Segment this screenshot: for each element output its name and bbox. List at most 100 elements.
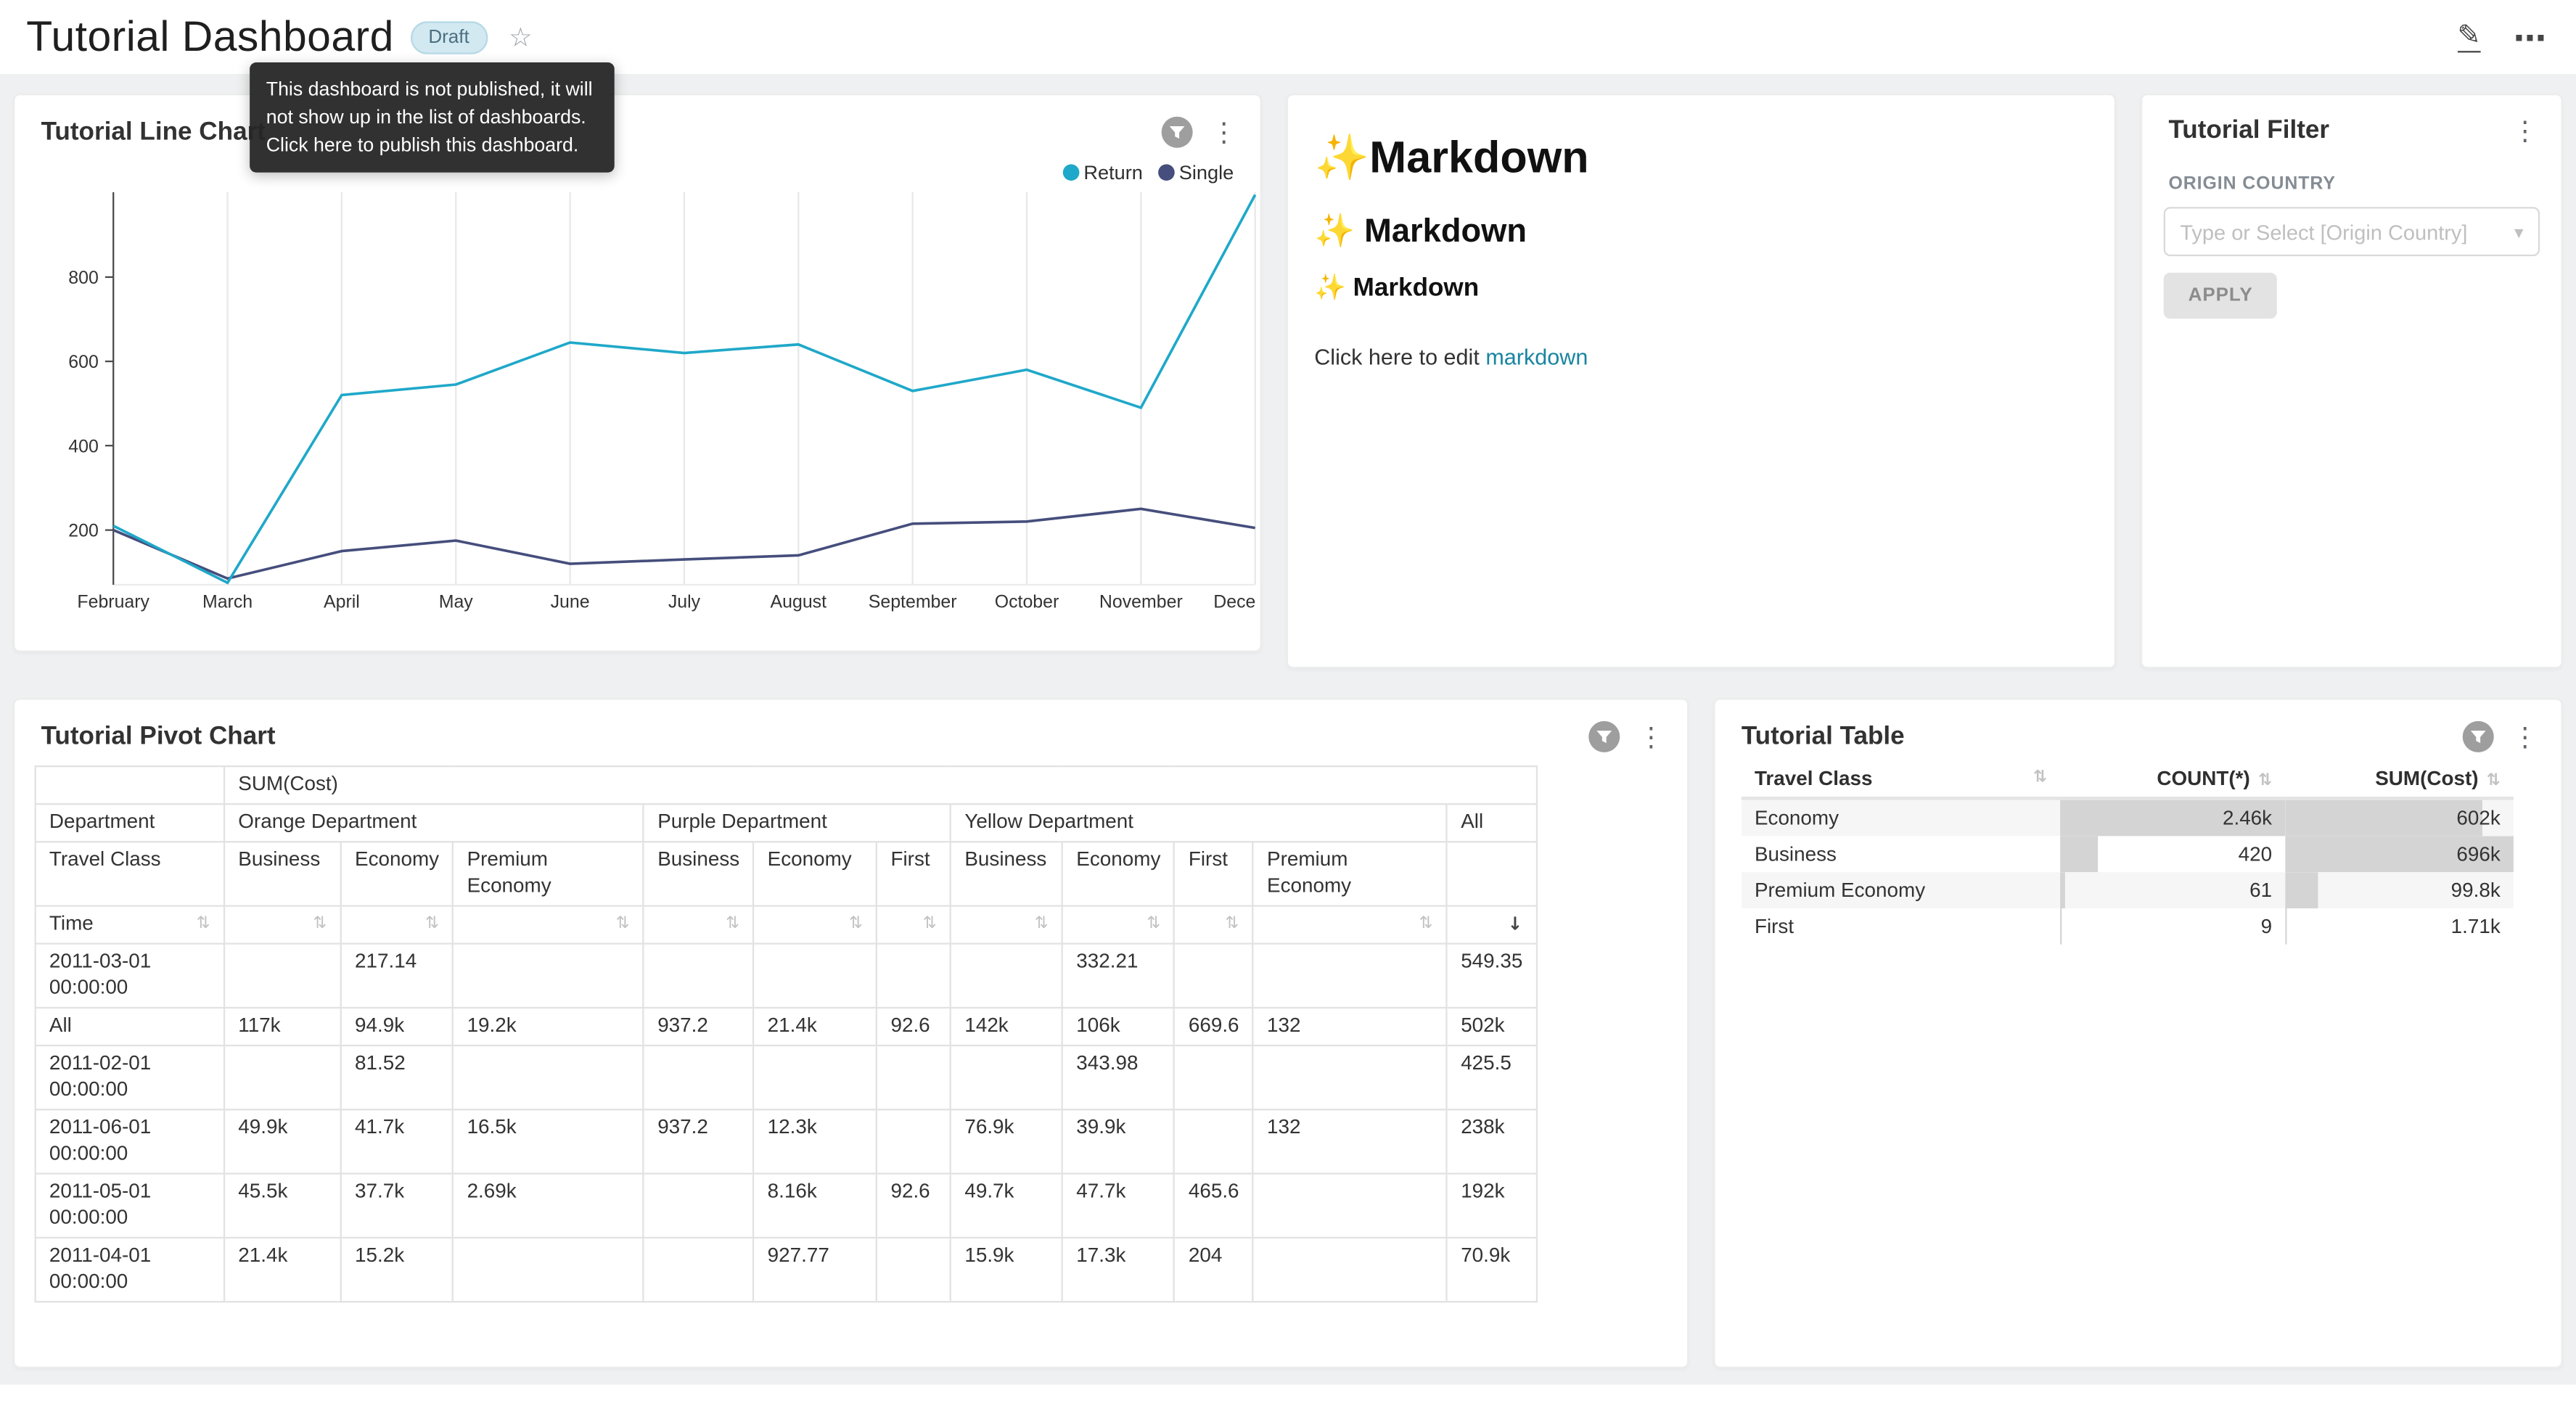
origin-country-select[interactable]: Type or Select [Origin Country] ▾	[2164, 207, 2540, 256]
pivot-row-label: 2011-04-01 00:00:00	[36, 1237, 224, 1301]
markdown-h3: ✨ Markdown	[1314, 273, 2088, 304]
cell-count: 9	[2060, 908, 2285, 945]
card-header-icons: ⋮	[1588, 721, 1664, 752]
dashboard-title: Tutorial Dashboard	[26, 12, 394, 62]
favorite-star-icon[interactable]: ☆	[509, 21, 532, 52]
markdown-h2: ✨ Markdown	[1314, 210, 2088, 252]
sort-icon[interactable]: ⇅	[726, 913, 739, 934]
sort-icon[interactable]: ⇅	[425, 913, 439, 934]
ellipsis-menu-icon[interactable]: ⋯	[2514, 17, 2546, 57]
markdown-paragraph-text: Click here to edit	[1314, 345, 1485, 369]
pivot-column-header: Economy	[1062, 842, 1175, 905]
kebab-menu-icon[interactable]: ⋮	[1211, 119, 1237, 145]
pivot-cell	[453, 1045, 644, 1109]
pivot-cell: 465.6	[1175, 1173, 1253, 1237]
pivot-cell: 132	[1253, 1109, 1447, 1173]
pivot-card-title: Tutorial Pivot Chart	[41, 722, 276, 752]
dashboard: Tutorial Dashboard Draft ☆ ✎ ⋯ This dash…	[0, 0, 2576, 1401]
pivot-cell: 16.5k	[453, 1109, 644, 1173]
pivot-cell	[753, 943, 877, 1007]
table-header-count[interactable]: COUNT(*)⇅	[2060, 760, 2285, 798]
pivot-row-label: 2011-03-01 00:00:00	[36, 943, 224, 1007]
svg-text:December: December	[1213, 592, 1257, 612]
pivot-cell: 12.3k	[753, 1109, 877, 1173]
table-card: Tutorial Table ⋮ Travel Class⇅COUNT(*)⇅S…	[1713, 698, 2562, 1368]
pivot-cell: 927.77	[753, 1237, 877, 1301]
kebab-menu-icon[interactable]: ⋮	[2512, 723, 2538, 749]
sort-icon[interactable]: ⇅	[2033, 769, 2047, 787]
sort-icon[interactable]: ⇅	[2487, 772, 2501, 790]
markdown-edit-link[interactable]: markdown	[1485, 345, 1588, 369]
pivot-group-header: Yellow Department	[951, 804, 1447, 842]
pivot-group-header: Orange Department	[224, 804, 644, 842]
pivot-cell	[1253, 1237, 1447, 1301]
pivot-cell: 81.52	[341, 1045, 454, 1109]
markdown-card: ✨Markdown ✨ Markdown ✨ Markdown Click he…	[1287, 94, 2116, 668]
legend-label: Single	[1179, 161, 1234, 184]
pivot-column-header	[1447, 842, 1537, 905]
markdown-paragraph: Click here to edit markdown	[1314, 345, 2088, 369]
applied-filter-icon[interactable]	[2463, 721, 2494, 752]
column-label: SUM(Cost)	[2375, 767, 2478, 790]
sort-icon[interactable]: ⇅	[2258, 772, 2272, 790]
pivot-row-label: All	[36, 1008, 224, 1045]
pivot-cell	[453, 943, 644, 1007]
tutorial-table: Travel Class⇅COUNT(*)⇅SUM(Cost)⇅ Economy…	[1742, 760, 2514, 945]
pivot-sort-cell: ⇅	[224, 905, 341, 943]
sort-icon[interactable]: ⇅	[1226, 913, 1239, 934]
edit-pencil-icon[interactable]: ✎	[2457, 22, 2480, 52]
pivot-sort-cell: ⇅	[753, 905, 877, 943]
pivot-axis-column-label: Travel Class	[36, 842, 224, 905]
table-row: Premium Economy6199.8k	[1742, 872, 2514, 908]
card-header-icons: ⋮	[1162, 117, 1237, 148]
pivot-cell	[1175, 1045, 1253, 1109]
draft-badge[interactable]: Draft	[410, 20, 487, 53]
column-label: Travel Class	[1755, 767, 1873, 790]
sort-icon[interactable]: ⇅	[1147, 913, 1160, 934]
apply-button[interactable]: APPLY	[2164, 273, 2278, 319]
sort-icon[interactable]: ⇅	[616, 913, 630, 934]
sort-icon[interactable]: ⇅	[923, 913, 937, 934]
pivot-cell: 19.2k	[453, 1008, 644, 1045]
pivot-cell: 192k	[1447, 1173, 1537, 1237]
pivot-cell	[644, 1045, 753, 1109]
pivot-cell: 17.3k	[1062, 1237, 1175, 1301]
tutorial-table-head: Travel Class⇅COUNT(*)⇅SUM(Cost)⇅	[1742, 760, 2514, 798]
cell-travel-class: Economy	[1742, 798, 2060, 836]
pivot-column-header: Premium Economy	[1253, 842, 1447, 905]
sort-icon[interactable]: ⇅	[1035, 913, 1049, 934]
sort-icon[interactable]: ⇅	[313, 913, 327, 934]
pivot-cell	[951, 943, 1062, 1007]
svg-text:June: June	[551, 592, 590, 612]
pivot-row: 2011-03-01 00:00:00217.14332.21549.35	[36, 943, 1537, 1007]
applied-filter-icon[interactable]	[1588, 721, 1620, 752]
line-chart-svg[interactable]: 200400600800FebruaryMarchAprilMayJuneJul…	[15, 186, 1257, 626]
cell-sum: 696k	[2285, 836, 2514, 872]
sort-descending-icon[interactable]: ↓	[1508, 913, 1523, 937]
table-header-travel-class[interactable]: Travel Class ⇅	[1742, 760, 2060, 798]
pivot-cell: 937.2	[644, 1109, 753, 1173]
unpublished-tooltip: This dashboard is not published, it will…	[250, 62, 615, 173]
cell-travel-class: Premium Economy	[1742, 872, 2060, 908]
table-header-sum-cost[interactable]: SUM(Cost) ⇅	[2285, 760, 2514, 798]
pivot-cell: 47.7k	[1062, 1173, 1175, 1237]
kebab-menu-icon[interactable]: ⋮	[1638, 723, 1664, 749]
legend-item-return[interactable]: Return	[1062, 161, 1143, 184]
sort-icon[interactable]: ⇅	[197, 913, 210, 934]
pivot-row-label: 2011-06-01 00:00:00	[36, 1109, 224, 1173]
pivot-column-header: Premium Economy	[453, 842, 644, 905]
svg-text:September: September	[869, 592, 957, 612]
applied-filter-icon[interactable]	[1162, 117, 1193, 148]
select-placeholder: Type or Select [Origin Country]	[2180, 219, 2508, 244]
sort-icon[interactable]: ⇅	[849, 913, 863, 934]
legend-item-single[interactable]: Single	[1157, 161, 1234, 184]
cell-sum: 602k	[2285, 798, 2514, 836]
line-chart-title: Tutorial Line Chart	[41, 118, 266, 147]
pivot-row-label: 2011-05-01 00:00:00	[36, 1173, 224, 1237]
kebab-menu-icon[interactable]: ⋮	[2512, 118, 2538, 144]
pivot-cell: 669.6	[1175, 1008, 1253, 1045]
card-header-icons: ⋮	[2463, 721, 2538, 752]
pivot-row: 2011-04-01 00:00:0021.4k15.2k927.7715.9k…	[36, 1237, 1537, 1301]
pivot-cell	[877, 943, 951, 1007]
sort-icon[interactable]: ⇅	[1419, 913, 1433, 934]
